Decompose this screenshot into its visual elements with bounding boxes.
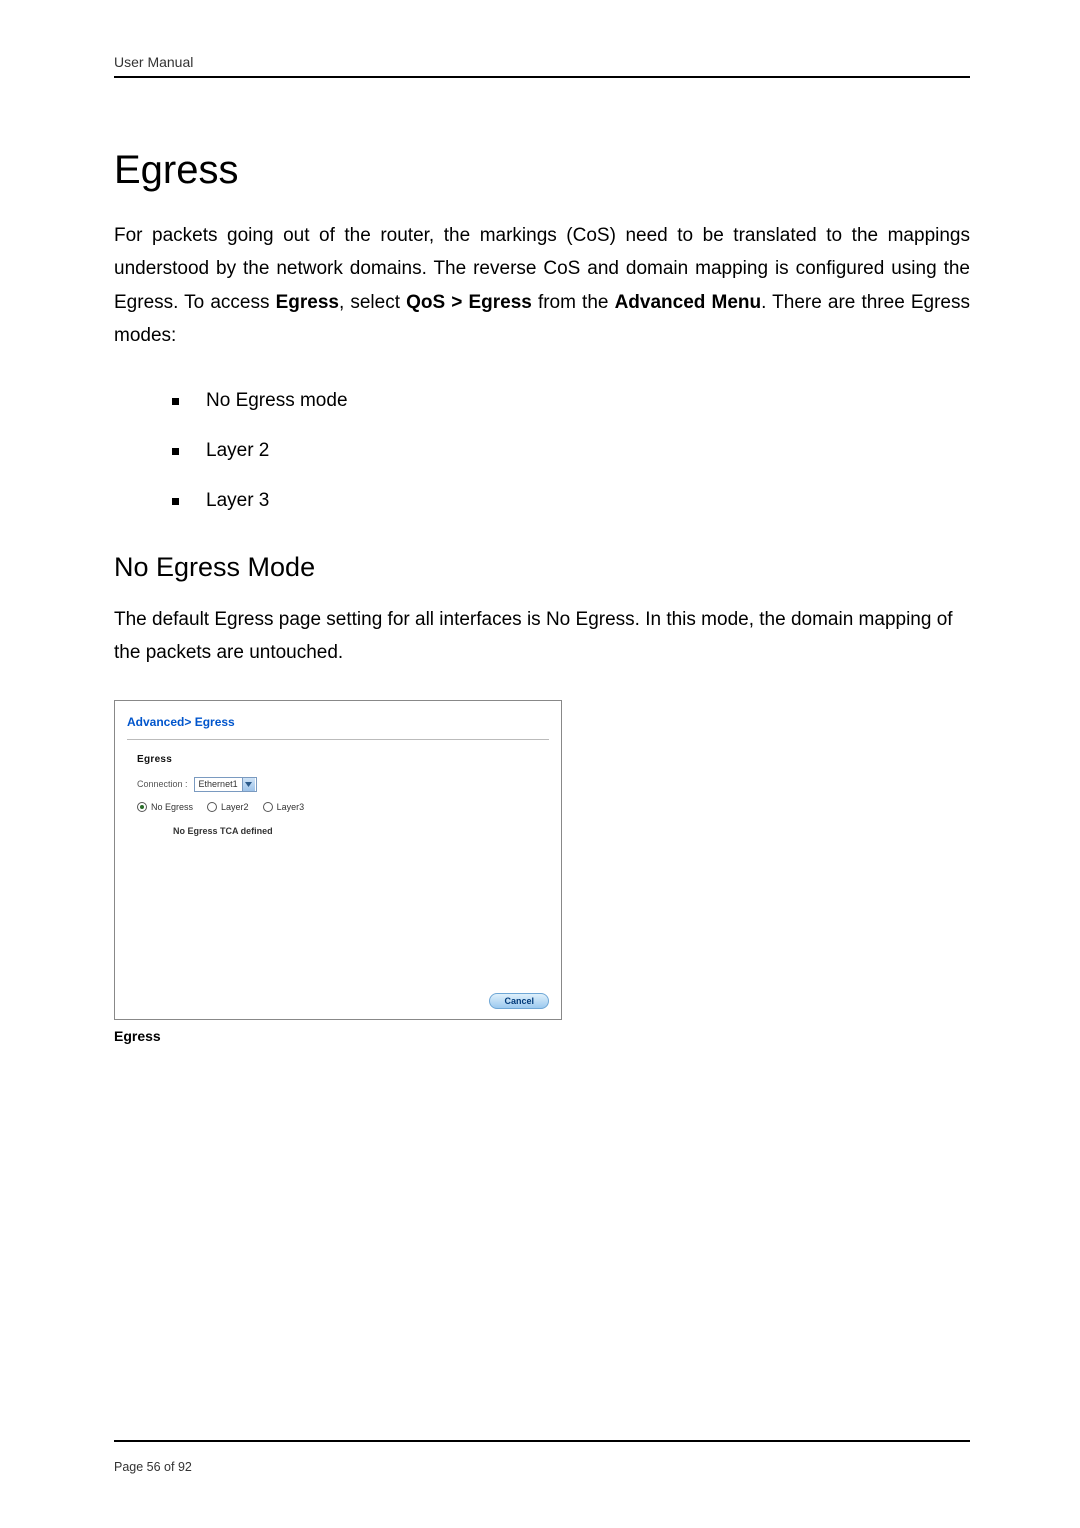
radio-icon bbox=[137, 802, 147, 812]
screenshot-body: Egress Connection : Ethernet1 bbox=[115, 740, 561, 836]
header-rule bbox=[114, 76, 970, 78]
section-label: Egress bbox=[137, 754, 549, 765]
list-item: Layer 2 bbox=[172, 426, 970, 476]
page-number: Page 56 of 92 bbox=[114, 1460, 970, 1474]
radio-layer3[interactable]: Layer3 bbox=[263, 802, 305, 812]
intro-bold-egress: Egress bbox=[276, 292, 339, 313]
radio-label: No Egress bbox=[151, 802, 193, 812]
radio-icon bbox=[263, 802, 273, 812]
header-label: User Manual bbox=[114, 54, 970, 70]
connection-select[interactable]: Ethernet1 bbox=[194, 777, 257, 792]
intro-text: , select bbox=[339, 292, 406, 313]
intro-paragraph: For packets going out of the router, the… bbox=[114, 219, 970, 352]
chevron-down-icon bbox=[242, 778, 255, 791]
radio-no-egress[interactable]: No Egress bbox=[137, 802, 193, 812]
list-item: Layer 3 bbox=[172, 476, 970, 526]
content: Egress For packets going out of the rout… bbox=[114, 148, 970, 1044]
breadcrumb: Advanced> Egress bbox=[115, 701, 561, 729]
screenshot-footer: Cancel bbox=[489, 991, 549, 1009]
no-tca-message: No Egress TCA defined bbox=[173, 826, 549, 836]
list-item: No Egress mode bbox=[172, 376, 970, 426]
page-title: Egress bbox=[114, 148, 970, 193]
connection-label: Connection : bbox=[137, 779, 188, 789]
radio-label: Layer3 bbox=[277, 802, 305, 812]
intro-text: from the bbox=[532, 292, 615, 313]
radio-icon bbox=[207, 802, 217, 812]
screenshot-caption: Egress bbox=[114, 1028, 970, 1044]
intro-bold-qos-path: QoS > Egress bbox=[406, 292, 532, 313]
no-egress-paragraph: The default Egress page setting for all … bbox=[114, 603, 970, 670]
cancel-button[interactable]: Cancel bbox=[489, 993, 549, 1009]
connection-row: Connection : Ethernet1 bbox=[137, 777, 549, 792]
radio-layer2[interactable]: Layer2 bbox=[207, 802, 249, 812]
section-heading-no-egress: No Egress Mode bbox=[114, 552, 970, 583]
modes-list: No Egress mode Layer 2 Layer 3 bbox=[172, 376, 970, 526]
mode-radio-group: No Egress Layer2 Layer3 bbox=[137, 802, 549, 812]
footer-rule bbox=[114, 1440, 970, 1442]
page-footer: Page 56 of 92 bbox=[114, 1440, 970, 1474]
screenshot-wrapper: Advanced> Egress Egress Connection : Eth… bbox=[114, 700, 970, 1044]
egress-screenshot: Advanced> Egress Egress Connection : Eth… bbox=[114, 700, 562, 1020]
connection-select-value: Ethernet1 bbox=[199, 779, 242, 789]
intro-bold-advanced-menu: Advanced Menu bbox=[615, 292, 762, 313]
radio-label: Layer2 bbox=[221, 802, 249, 812]
